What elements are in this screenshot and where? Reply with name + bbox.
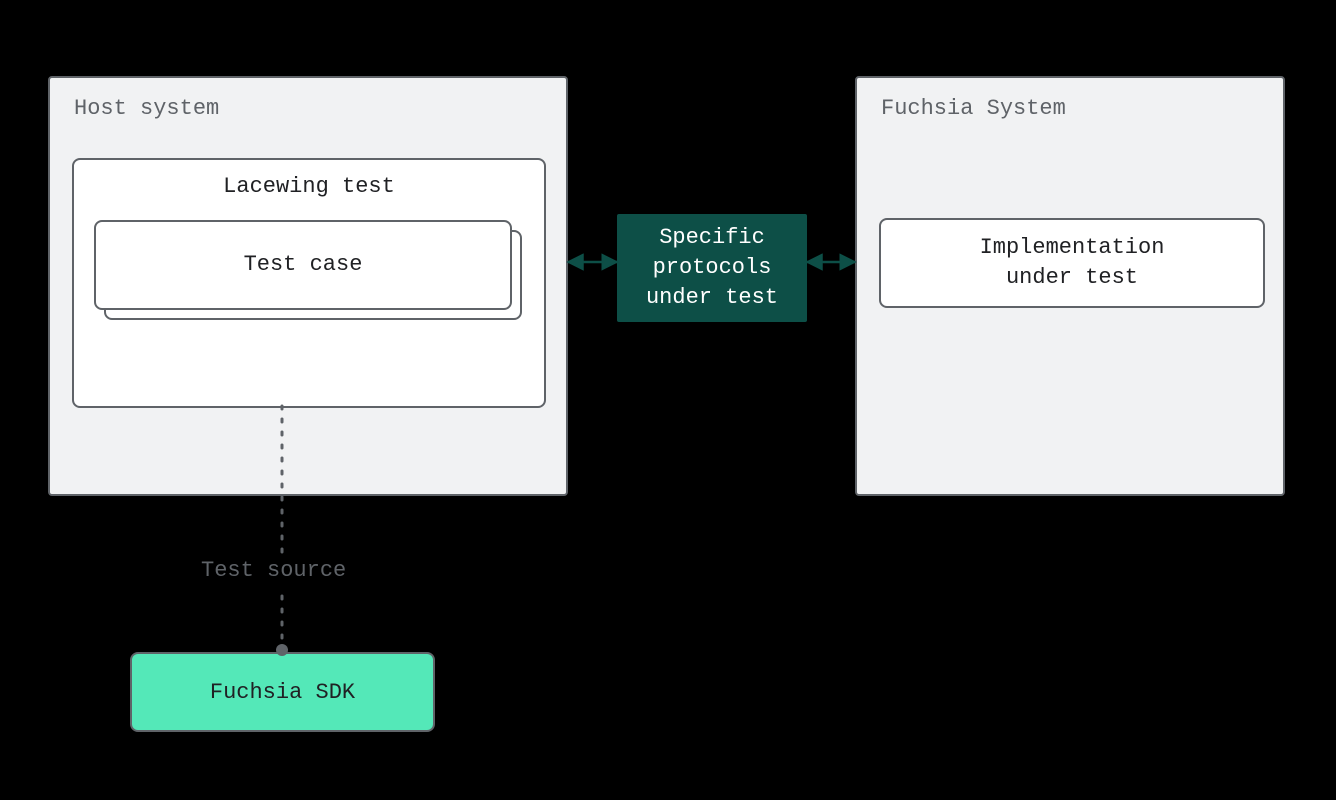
fuchsia-sdk-box: Fuchsia SDK [130, 652, 435, 732]
lacewing-test-title: Lacewing test [74, 174, 544, 199]
implementation-line2: under test [1006, 263, 1138, 293]
fuchsia-system-title: Fuchsia System [881, 96, 1066, 121]
implementation-line1: Implementation [980, 233, 1165, 263]
implementation-card: Implementation under test [879, 218, 1265, 308]
host-system-title: Host system [74, 96, 219, 121]
host-system-panel: Host system Lacewing test Test case [48, 76, 568, 496]
protocols-line1: Specific [659, 223, 765, 253]
protocols-box: Specific protocols under test [617, 214, 807, 322]
test-source-label: Test source [195, 558, 352, 583]
test-case-label: Test case [244, 250, 363, 280]
lacewing-test-panel: Lacewing test Test case [72, 158, 546, 408]
diagram-canvas: Host system Lacewing test Test case Fuch… [0, 0, 1336, 800]
protocols-line3: under test [646, 283, 778, 313]
fuchsia-system-panel: Fuchsia System Implementation under test [855, 76, 1285, 496]
test-case-card: Test case [94, 220, 512, 310]
protocols-line2: protocols [653, 253, 772, 283]
fuchsia-sdk-label: Fuchsia SDK [210, 680, 355, 705]
